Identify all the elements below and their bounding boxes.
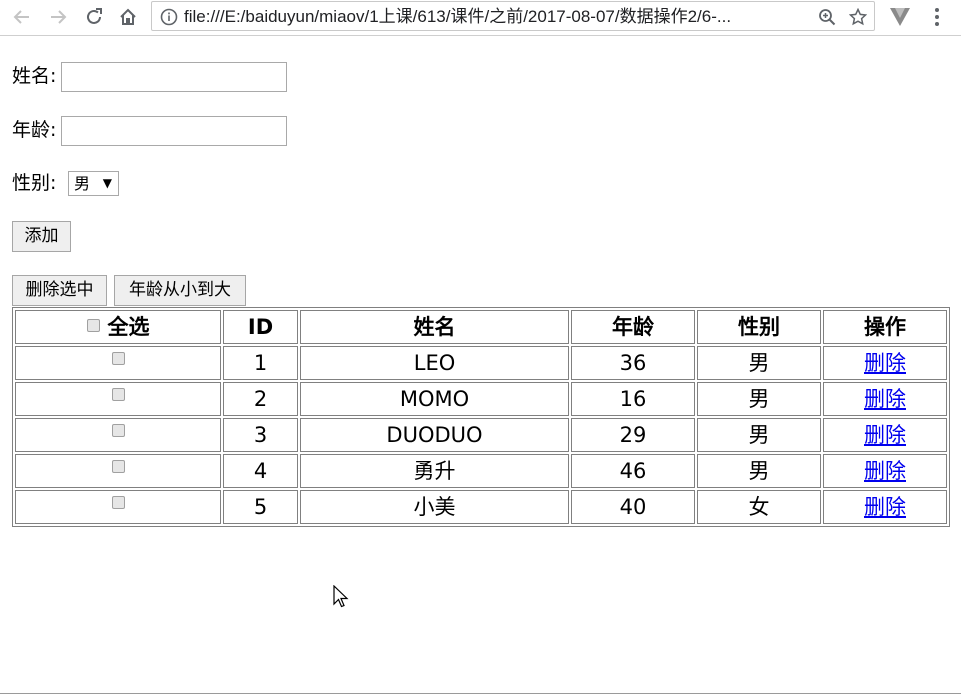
back-icon[interactable]	[8, 4, 36, 30]
id-cell: 2	[223, 382, 298, 416]
delete-link[interactable]: 删除	[864, 459, 906, 483]
age-cell: 40	[571, 490, 695, 524]
id-cell: 3	[223, 418, 298, 452]
name-cell: 勇升	[300, 454, 569, 488]
age-cell: 29	[571, 418, 695, 452]
name-label: 姓名:	[12, 65, 57, 87]
gender-cell: 女	[697, 490, 821, 524]
delete-link[interactable]: 删除	[864, 387, 906, 411]
table-row: 1 LEO 36 男 删除	[15, 346, 947, 380]
reload-icon[interactable]	[80, 4, 108, 30]
row-checkbox-cell	[15, 490, 221, 524]
gender-cell: 男	[697, 418, 821, 452]
url-text[interactable]: file:///E:/baiduyun/miaov/1上课/613/课件/之前/…	[184, 7, 804, 27]
age-cell: 46	[571, 454, 695, 488]
dropdown-arrow-icon: ▼	[102, 176, 112, 190]
info-icon[interactable]	[160, 8, 178, 26]
id-cell: 5	[223, 490, 298, 524]
name-input[interactable]	[61, 62, 287, 92]
age-input[interactable]	[61, 116, 287, 146]
row-checkbox[interactable]	[111, 423, 125, 437]
id-cell: 4	[223, 454, 298, 488]
age-cell: 16	[571, 382, 695, 416]
table-header-row: 全选 ID 姓名 年龄 性别 操作	[15, 310, 947, 344]
page-content: 姓名: 年龄: 性别: 男 ▼ 添加 删除选中 年龄从小到大 全选 ID 姓名 …	[0, 37, 961, 693]
row-checkbox-cell	[15, 382, 221, 416]
row-checkbox[interactable]	[111, 387, 125, 401]
gender-label: 性别:	[12, 172, 57, 194]
row-checkbox[interactable]	[111, 495, 125, 509]
action-cell: 删除	[823, 490, 947, 524]
row-checkbox-cell	[15, 418, 221, 452]
extension-icon[interactable]	[887, 5, 913, 29]
table-row: 2 MOMO 16 男 删除	[15, 382, 947, 416]
zoom-icon[interactable]	[818, 8, 836, 26]
gender-selected-value: 男	[74, 174, 91, 193]
sort-age-button[interactable]: 年龄从小到大	[114, 275, 246, 306]
window-bottom-border	[0, 693, 961, 694]
name-cell: 小美	[300, 490, 569, 524]
gender-header: 性别	[697, 310, 821, 344]
age-row: 年龄:	[12, 115, 56, 145]
gender-row: 性别:	[12, 168, 56, 198]
row-checkbox[interactable]	[111, 351, 125, 365]
gender-cell: 男	[697, 346, 821, 380]
select-all-label: 全选	[107, 315, 150, 339]
id-header: ID	[223, 310, 298, 344]
table-row: 5 小美 40 女 删除	[15, 490, 947, 524]
gender-cell: 男	[697, 382, 821, 416]
add-button[interactable]: 添加	[12, 221, 71, 252]
name-row: 姓名:	[12, 61, 56, 91]
action-cell: 删除	[823, 454, 947, 488]
delete-link[interactable]: 删除	[864, 423, 906, 447]
delete-link[interactable]: 删除	[864, 351, 906, 375]
age-cell: 36	[571, 346, 695, 380]
select-all-header[interactable]: 全选	[15, 310, 221, 344]
delete-link[interactable]: 删除	[864, 495, 906, 519]
id-cell: 1	[223, 346, 298, 380]
user-table: 全选 ID 姓名 年龄 性别 操作 1 LEO 36 男 删除 2 MOMO 1	[12, 307, 950, 527]
name-header: 姓名	[300, 310, 569, 344]
name-cell: DUODUO	[300, 418, 569, 452]
table-row: 4 勇升 46 男 删除	[15, 454, 947, 488]
action-cell: 删除	[823, 418, 947, 452]
row-checkbox-cell	[15, 454, 221, 488]
action-header: 操作	[823, 310, 947, 344]
delete-selected-button[interactable]: 删除选中	[12, 275, 107, 306]
address-bar[interactable]: file:///E:/baiduyun/miaov/1上课/613/课件/之前/…	[151, 1, 875, 31]
name-cell: MOMO	[300, 382, 569, 416]
action-cell: 删除	[823, 382, 947, 416]
star-icon[interactable]	[848, 7, 868, 26]
select-all-checkbox[interactable]	[86, 318, 100, 332]
home-icon[interactable]	[114, 4, 142, 30]
table-row: 3 DUODUO 29 男 删除	[15, 418, 947, 452]
name-cell: LEO	[300, 346, 569, 380]
gender-cell: 男	[697, 454, 821, 488]
age-header: 年龄	[571, 310, 695, 344]
mouse-cursor-icon	[333, 584, 349, 609]
row-checkbox-cell	[15, 346, 221, 380]
menu-icon[interactable]	[927, 5, 947, 29]
browser-toolbar: file:///E:/baiduyun/miaov/1上课/613/课件/之前/…	[0, 0, 961, 36]
row-checkbox[interactable]	[111, 459, 125, 473]
forward-icon[interactable]	[44, 4, 72, 30]
gender-select[interactable]: 男 ▼	[68, 171, 119, 196]
age-label: 年龄:	[12, 119, 57, 141]
action-cell: 删除	[823, 346, 947, 380]
